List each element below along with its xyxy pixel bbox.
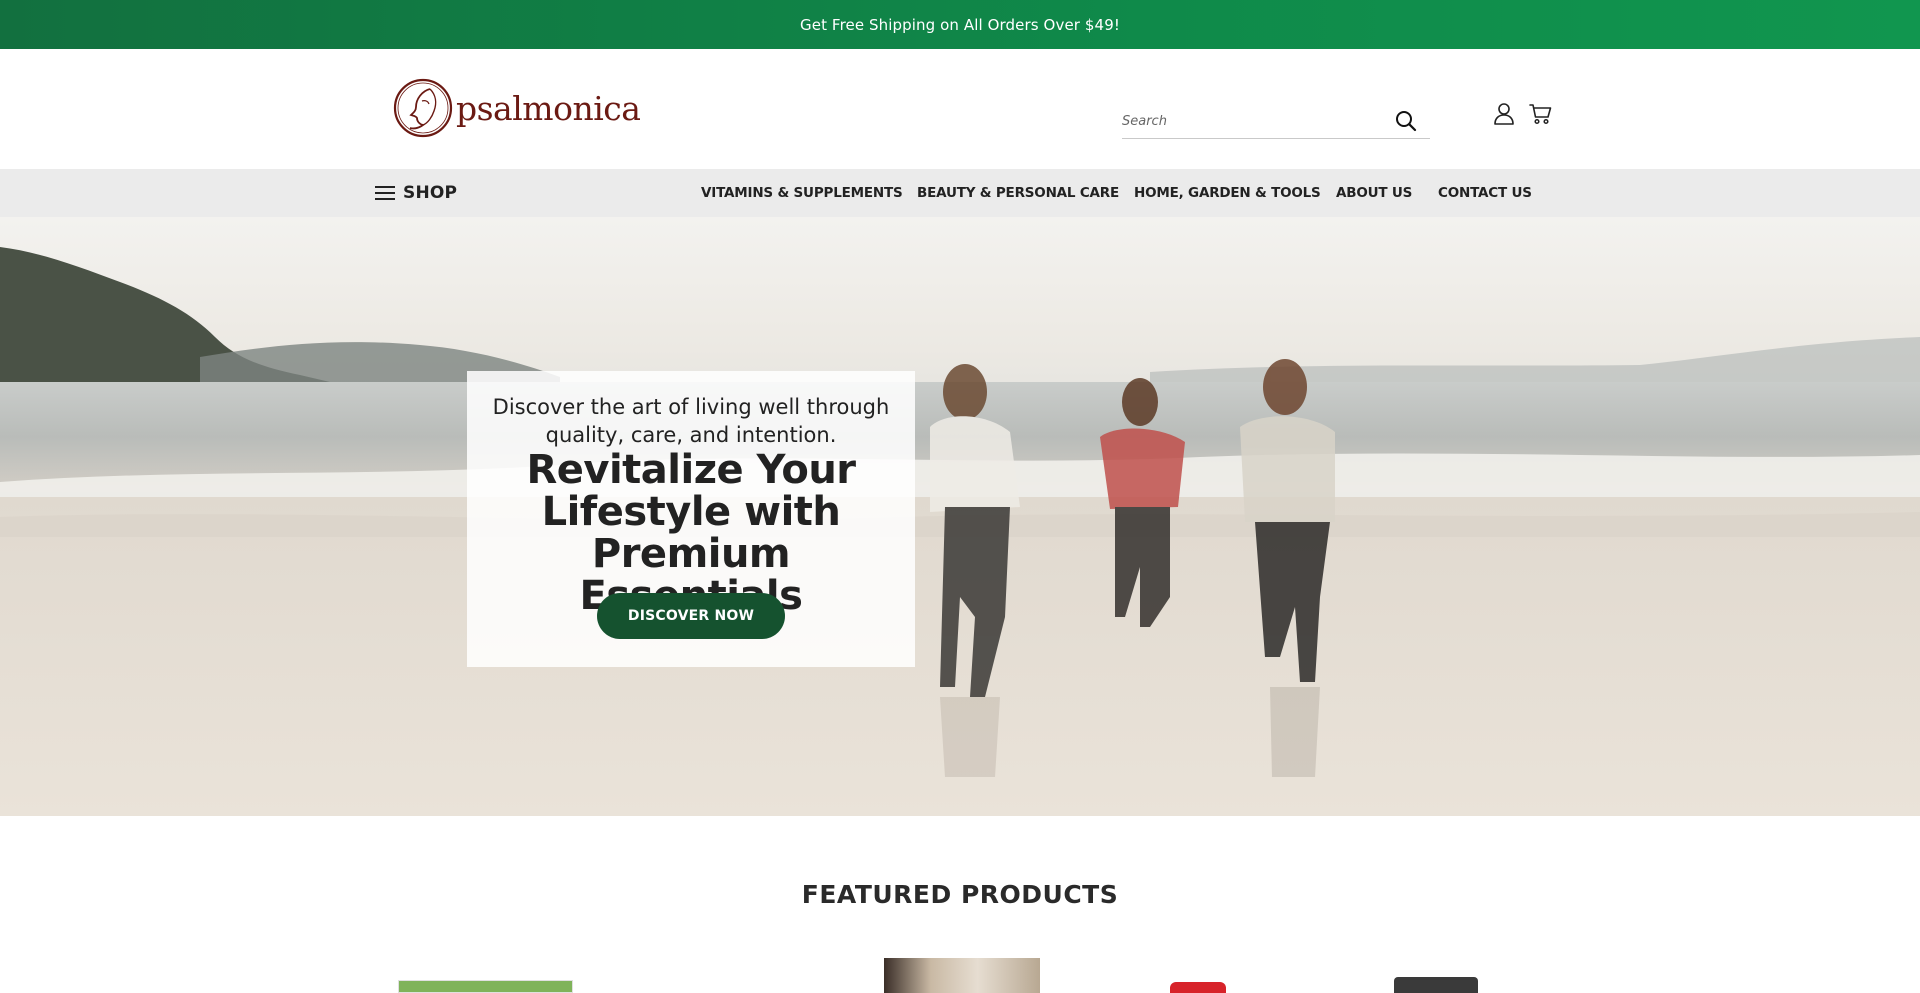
user-icon[interactable] bbox=[1493, 102, 1515, 126]
product-thumbnail[interactable] bbox=[884, 958, 1040, 993]
product-thumbnail[interactable] bbox=[398, 980, 573, 993]
hero-banner: Discover the art of living well through … bbox=[0, 217, 1920, 816]
search-icon[interactable] bbox=[1394, 109, 1418, 133]
announcement-text: Get Free Shipping on All Orders Over $49… bbox=[800, 15, 1120, 34]
hero-card: Discover the art of living well through … bbox=[467, 371, 915, 667]
search-bar bbox=[1122, 105, 1430, 139]
announcement-bar: Get Free Shipping on All Orders Over $49… bbox=[0, 0, 1920, 49]
site-header: psalmonica bbox=[0, 49, 1920, 169]
nav-about-us[interactable]: ABOUT US bbox=[1336, 169, 1412, 217]
nav-contact-us[interactable]: CONTACT US bbox=[1438, 169, 1532, 217]
featured-products-title: FEATURED PRODUCTS bbox=[801, 880, 1119, 909]
discover-now-button[interactable]: DISCOVER NOW bbox=[597, 593, 785, 639]
cart-icon[interactable] bbox=[1529, 102, 1553, 126]
nav-vitamins-supplements[interactable]: VITAMINS & SUPPLEMENTS bbox=[701, 169, 903, 217]
search-input[interactable] bbox=[1122, 107, 1392, 135]
logo-mark bbox=[393, 78, 453, 138]
nav-home-garden-tools[interactable]: HOME, GARDEN & TOOLS bbox=[1134, 169, 1321, 217]
logo-text: psalmonica bbox=[456, 88, 641, 128]
nav-beauty-personal-care[interactable]: BEAUTY & PERSONAL CARE bbox=[917, 169, 1119, 217]
logo[interactable]: psalmonica bbox=[392, 77, 641, 139]
hero-beach-image bbox=[0, 247, 1920, 816]
shop-label: SHOP bbox=[403, 183, 458, 203]
main-nav: SHOP VITAMINS & SUPPLEMENTS BEAUTY & PER… bbox=[0, 169, 1920, 217]
hero-subtitle: Discover the art of living well through … bbox=[492, 395, 890, 447]
hero-title: Revitalize Your Lifestyle with Premium E… bbox=[526, 447, 856, 617]
shop-menu-button[interactable]: SHOP bbox=[375, 169, 457, 217]
hamburger-icon bbox=[375, 186, 395, 200]
product-thumbnail[interactable] bbox=[1170, 982, 1226, 993]
product-thumbnail[interactable] bbox=[1394, 977, 1478, 993]
